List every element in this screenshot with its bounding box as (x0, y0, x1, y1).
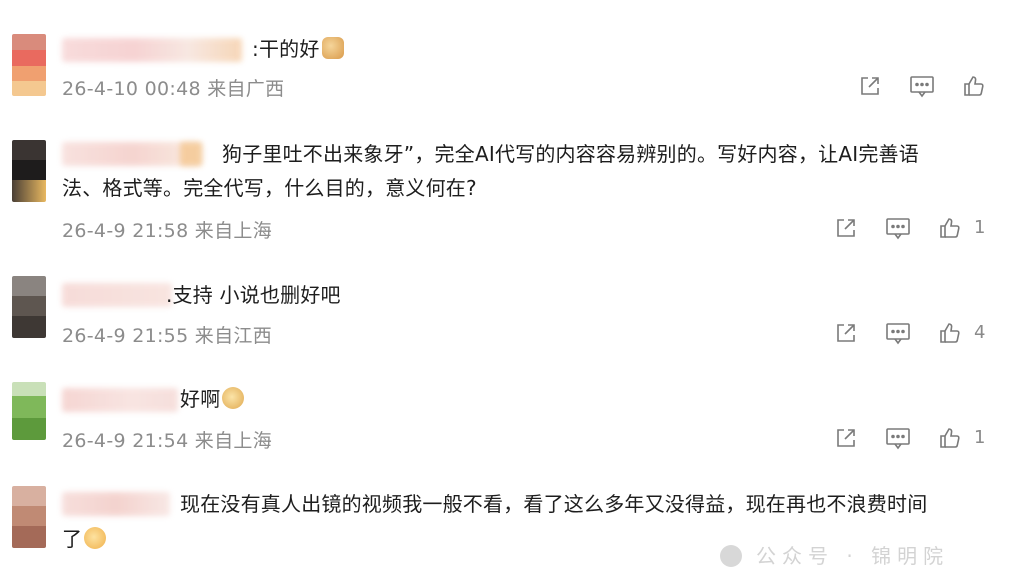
share-button[interactable] (856, 72, 884, 100)
comment-text: 好啊 (180, 383, 245, 416)
like-button[interactable] (936, 424, 964, 452)
avatar[interactable] (12, 486, 46, 548)
share-icon (837, 324, 855, 342)
avatar[interactable] (12, 382, 46, 440)
avatar[interactable] (12, 34, 46, 96)
username-redacted[interactable] (62, 283, 172, 307)
comment-text: :干的好 (252, 33, 344, 66)
comment-text-continued: 法、格式等。完全代写，什么目的，意义何在? (62, 176, 477, 200)
avatar[interactable] (12, 140, 46, 202)
watermark: 公众号 · 锦明院 (720, 540, 949, 569)
share-button[interactable] (832, 214, 860, 242)
doge-emoji-icon (222, 387, 245, 409)
share-button[interactable] (832, 424, 860, 452)
like-count: 1 (974, 427, 986, 448)
reply-button[interactable] (884, 214, 912, 242)
watermark-logo-icon (720, 545, 742, 567)
share-icon (837, 429, 855, 447)
thumbs-up-emoji-icon (321, 37, 344, 59)
comment-icon (886, 428, 910, 450)
like-count: 1 (974, 217, 986, 238)
username-redacted[interactable] (62, 38, 242, 62)
username-redacted[interactable] (62, 492, 170, 516)
reply-button[interactable] (884, 424, 912, 452)
comment-text-continued: 了 (62, 523, 107, 556)
thumbs-up-icon (964, 76, 984, 96)
comment-timestamp: 26-4-9 21:55 来自江西 (62, 325, 272, 347)
shush-emoji-icon (84, 527, 107, 549)
reply-button[interactable] (908, 72, 936, 100)
avatar[interactable] (12, 276, 46, 338)
like-button[interactable] (960, 72, 988, 100)
share-icon (837, 219, 855, 237)
comment-text: .支持 小说也删好吧 (166, 283, 341, 307)
comment-text: 狗子里吐不出来象牙”，完全AI代写的内容容易辨别的。写好内容，让AI完善语 (222, 142, 919, 166)
username-redacted[interactable] (62, 388, 178, 412)
like-button[interactable] (936, 319, 964, 347)
reply-button[interactable] (884, 319, 912, 347)
comment-text: 现在没有真人出镜的视频我一般不看，看了这么多年又没得益，现在再也不浪费时间 (180, 492, 928, 516)
share-icon (861, 77, 879, 95)
comment-icon (910, 76, 934, 98)
thumbs-up-icon (940, 218, 960, 238)
username-redacted-tail (180, 142, 202, 166)
like-count: 4 (974, 322, 986, 343)
like-button[interactable] (936, 214, 964, 242)
comment-icon (886, 323, 910, 345)
share-button[interactable] (832, 319, 860, 347)
comment-timestamp: 26-4-9 21:58 来自上海 (62, 220, 272, 242)
thumbs-up-icon (940, 428, 960, 448)
comment-timestamp: 26-4-10 00:48 来自广西 (62, 78, 285, 100)
comment-timestamp: 26-4-9 21:54 来自上海 (62, 430, 272, 452)
thumbs-up-icon (940, 323, 960, 343)
comment-icon (886, 218, 910, 240)
